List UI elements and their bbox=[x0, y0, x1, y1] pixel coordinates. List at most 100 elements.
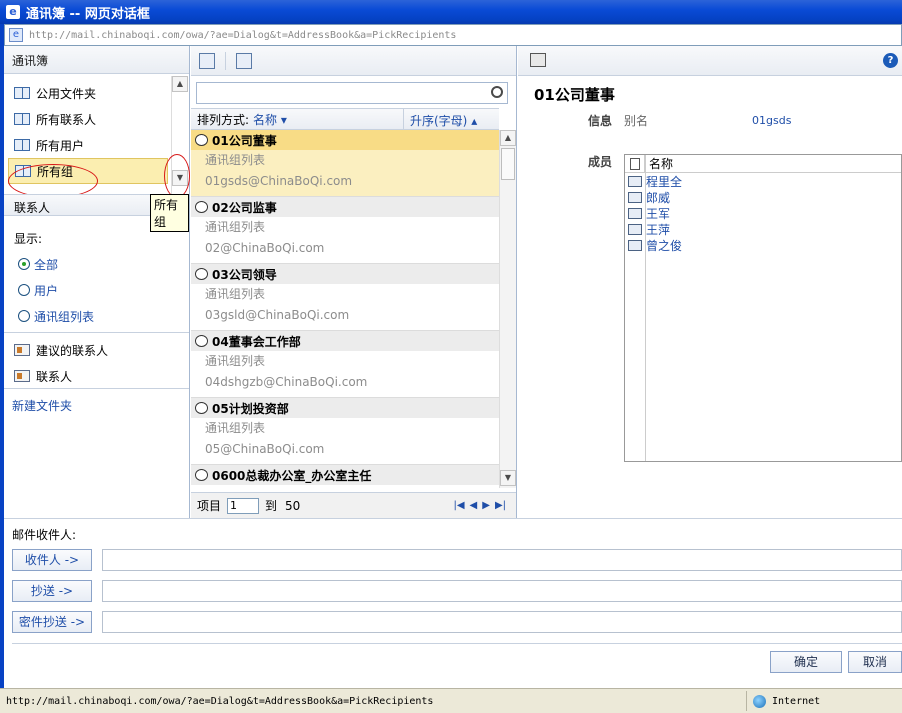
group-icon bbox=[195, 469, 208, 481]
radio-label: 全部 bbox=[34, 257, 59, 272]
page-number-input[interactable] bbox=[227, 497, 260, 514]
pager-to-label: 到 bbox=[265, 499, 278, 513]
folder-all-users[interactable]: 所有用户 bbox=[4, 132, 189, 158]
group-name: 05计划投资部 bbox=[212, 401, 289, 416]
ie-icon: e bbox=[6, 5, 20, 19]
status-bar: http://mail.chinaboqi.com/owa/?ae=Dialog… bbox=[0, 688, 902, 713]
page-icon: e bbox=[9, 28, 23, 42]
prev-page-icon[interactable]: ◀ bbox=[470, 500, 478, 511]
folder-label: 公用文件夹 bbox=[36, 86, 97, 101]
alias-value: 01gsds bbox=[752, 114, 792, 127]
cancel-button[interactable]: 取消 bbox=[848, 651, 902, 673]
radio-icon[interactable] bbox=[18, 284, 30, 296]
info-label: 信息 bbox=[588, 114, 613, 128]
group-type: 通讯组列表 bbox=[205, 153, 266, 167]
folder-suggested-contacts[interactable]: 建议的联系人 bbox=[4, 337, 189, 363]
show-option-users[interactable]: 用户 bbox=[4, 277, 189, 303]
group-name: 01公司董事 bbox=[212, 133, 277, 148]
scroll-down-icon[interactable]: ▼ bbox=[500, 470, 516, 486]
add-contact-icon[interactable] bbox=[236, 52, 252, 69]
member-name: 曾之俊 bbox=[646, 238, 683, 253]
table-row[interactable]: 王萍 bbox=[625, 221, 901, 237]
group-email: 03gsld@ChinaBoQi.com bbox=[205, 308, 350, 322]
contact-card-icon bbox=[628, 207, 642, 219]
cc-field[interactable] bbox=[102, 580, 902, 602]
list-item[interactable]: 04董事会工作部 通讯组列表 04dshgzb@ChinaBoQi.com bbox=[191, 331, 499, 398]
table-row[interactable]: 王军 bbox=[625, 205, 901, 221]
group-email: 04dshgzb@ChinaBoQi.com bbox=[205, 375, 368, 389]
radio-selected-icon[interactable] bbox=[18, 258, 30, 270]
table-row[interactable]: 曾之俊 bbox=[625, 237, 901, 253]
document-icon bbox=[625, 154, 645, 173]
print-icon[interactable] bbox=[530, 53, 546, 67]
folder-label: 所有用户 bbox=[36, 138, 85, 153]
scroll-up-icon[interactable]: ▲ bbox=[172, 76, 188, 92]
folder-label: 建议的联系人 bbox=[36, 343, 109, 358]
globe-icon bbox=[753, 694, 766, 708]
member-name: 程里全 bbox=[646, 174, 683, 189]
members-column-header[interactable]: 名称 bbox=[645, 155, 673, 172]
scroll-thumb[interactable] bbox=[501, 148, 515, 180]
list-scrollbar[interactable]: ▲ ▼ bbox=[499, 130, 516, 488]
show-option-all[interactable]: 全部 bbox=[4, 251, 189, 277]
group-list-panel: 排列方式: 名称 ▾ 升序(字母) ▴ 01公司董事 通讯组列表 01gsds@… bbox=[191, 46, 517, 518]
list-item[interactable]: 05计划投资部 通讯组列表 05@ChinaBoQi.com bbox=[191, 398, 499, 465]
zone-label: Internet bbox=[772, 695, 821, 707]
address-bar: e http://mail.chinaboqi.com/owa/?ae=Dial… bbox=[4, 24, 902, 46]
search-input[interactable] bbox=[196, 82, 508, 104]
security-zone: Internet bbox=[746, 691, 820, 711]
pager-nav: |◀ ◀ ▶ ▶| bbox=[448, 500, 506, 511]
to-button[interactable]: 收件人 -> bbox=[12, 549, 92, 571]
pager: 项目 到 50 |◀ ◀ ▶ ▶| bbox=[191, 492, 516, 518]
table-row[interactable]: 程里全 bbox=[625, 173, 901, 189]
members-list: 名称 程里全 郎威 王军 王萍 曾之俊 bbox=[624, 154, 902, 462]
group-type: 通讯组列表 bbox=[205, 354, 266, 368]
group-list: 01公司董事 通讯组列表 01gsds@ChinaBoQi.com 02公司监事… bbox=[191, 130, 499, 488]
group-type: 通讯组列表 bbox=[205, 220, 266, 234]
pager-total: 50 bbox=[285, 498, 301, 513]
folder-contacts[interactable]: 联系人 bbox=[4, 363, 189, 389]
sort-field-dropdown[interactable]: 名称 ▾ bbox=[253, 111, 287, 128]
book-icon bbox=[14, 139, 30, 151]
list-item[interactable]: 0600总裁办公室_办公室主任 bbox=[191, 465, 499, 488]
bcc-button[interactable]: 密件抄送 -> bbox=[12, 611, 92, 633]
scroll-up-icon[interactable]: ▲ bbox=[500, 130, 516, 146]
ok-button[interactable]: 确定 bbox=[770, 651, 842, 673]
tooltip: 所有组 bbox=[150, 194, 189, 232]
folder-public[interactable]: 公用文件夹 bbox=[4, 80, 189, 106]
sort-field: 名称 bbox=[253, 112, 278, 127]
detail-toolbar: ? bbox=[518, 46, 902, 76]
contact-card-icon bbox=[14, 344, 30, 356]
list-item[interactable]: 02公司监事 通讯组列表 02@ChinaBoQi.com bbox=[191, 197, 499, 264]
cc-button[interactable]: 抄送 -> bbox=[12, 580, 92, 602]
show-filter: 显示: 全部 用户 通讯组列表 bbox=[4, 226, 189, 329]
help-icon[interactable]: ? bbox=[883, 53, 898, 68]
next-page-icon[interactable]: ▶ bbox=[482, 500, 490, 511]
bcc-field[interactable] bbox=[102, 611, 902, 633]
contact-card-icon bbox=[628, 239, 642, 251]
show-option-lists[interactable]: 通讯组列表 bbox=[4, 303, 189, 329]
to-field[interactable] bbox=[102, 549, 902, 571]
search-icon[interactable] bbox=[491, 86, 503, 98]
first-page-icon[interactable]: |◀ bbox=[453, 500, 464, 511]
new-folder-link[interactable]: 新建文件夹 bbox=[4, 388, 189, 422]
sort-label: 排列方式: bbox=[197, 112, 250, 127]
table-row[interactable]: 郎威 bbox=[625, 189, 901, 205]
highlight-annotation bbox=[164, 154, 190, 198]
list-item[interactable]: 03公司领导 通讯组列表 03gsld@ChinaBoQi.com bbox=[191, 264, 499, 331]
status-url: http://mail.chinaboqi.com/owa/?ae=Dialog… bbox=[6, 695, 434, 707]
toolbar-divider bbox=[225, 51, 226, 70]
contact-card-icon bbox=[14, 370, 30, 382]
list-view-icon[interactable] bbox=[199, 52, 215, 69]
sort-order: 升序(字母) bbox=[410, 114, 468, 128]
list-item[interactable]: 01公司董事 通讯组列表 01gsds@ChinaBoQi.com bbox=[191, 130, 499, 197]
divider bbox=[12, 643, 902, 644]
folder-all-contacts[interactable]: 所有联系人 bbox=[4, 106, 189, 132]
sort-order-toggle[interactable]: 升序(字母) ▴ bbox=[403, 109, 499, 129]
sort-bar: 排列方式: 名称 ▾ 升序(字母) ▴ bbox=[191, 108, 499, 130]
radio-icon[interactable] bbox=[18, 310, 30, 322]
highlight-annotation bbox=[8, 164, 98, 198]
last-page-icon[interactable]: ▶| bbox=[495, 500, 506, 511]
group-detail-panel: ? 01公司董事 信息 别名 01gsds 成员 名称 程里全 郎威 王军 王萍… bbox=[518, 46, 902, 518]
group-type: 通讯组列表 bbox=[205, 287, 266, 301]
